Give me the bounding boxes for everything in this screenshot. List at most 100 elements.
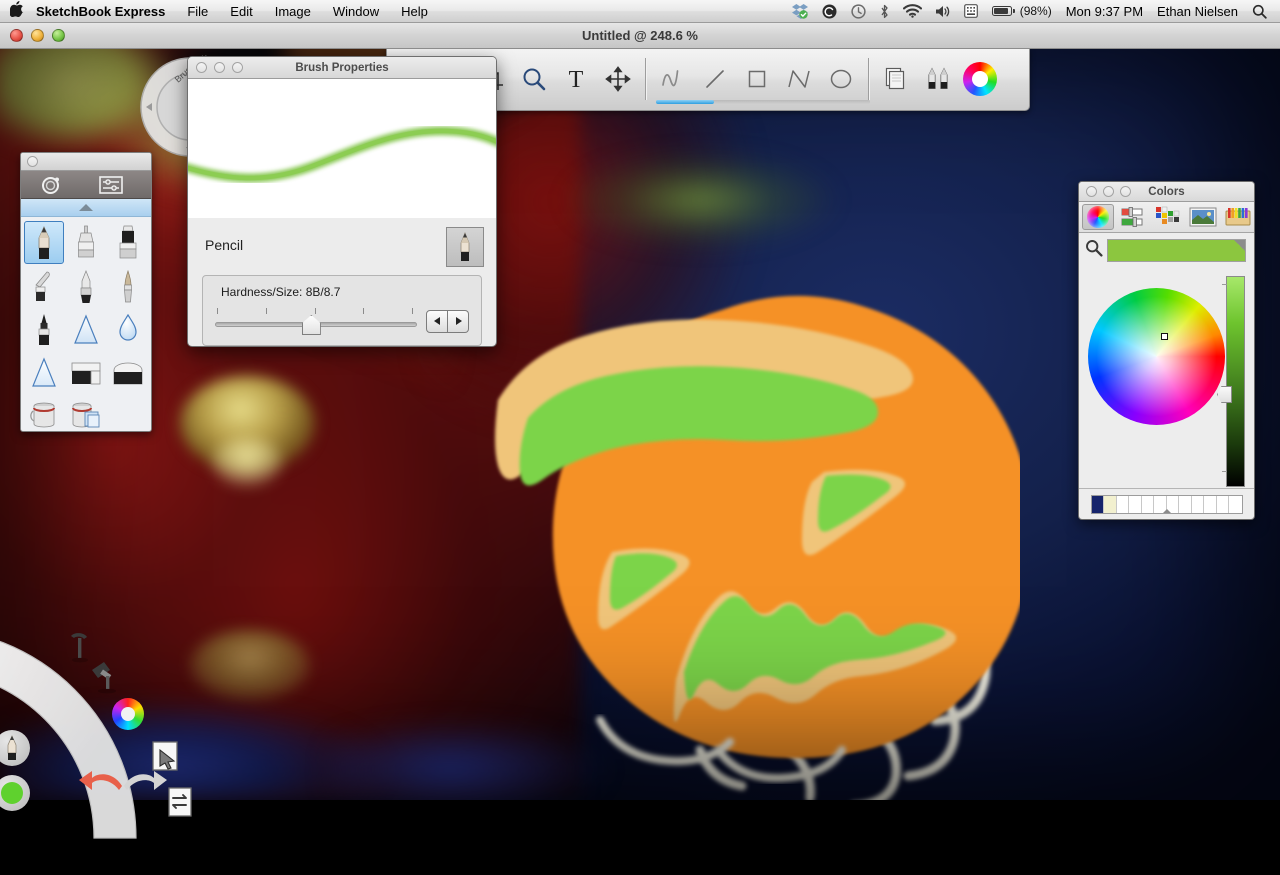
brush-dialog-titlebar: Brush Properties bbox=[188, 57, 496, 79]
color-wheel[interactable] bbox=[1088, 288, 1225, 425]
eraser-brush[interactable] bbox=[66, 352, 106, 393]
chisel-marker-brush[interactable] bbox=[108, 221, 148, 262]
layers-button[interactable] bbox=[875, 56, 917, 102]
hard-airbrush-brush[interactable] bbox=[24, 352, 64, 393]
color-wheel-tab[interactable] bbox=[1082, 204, 1114, 230]
hardness-size-slider[interactable] bbox=[215, 308, 417, 335]
airbrush-brush[interactable] bbox=[108, 266, 148, 307]
menu-bar-username[interactable]: Ethan Nielsen bbox=[1150, 0, 1245, 22]
ellipse-shape-tool[interactable] bbox=[820, 56, 862, 102]
pencil-brush[interactable] bbox=[24, 221, 64, 264]
soft-airbrush-brush[interactable] bbox=[66, 309, 106, 350]
apple-logo-icon[interactable] bbox=[0, 0, 34, 22]
menu-item-window[interactable]: Window bbox=[322, 0, 390, 22]
color-picker-magnifier-icon[interactable] bbox=[1085, 239, 1103, 262]
svg-text:T: T bbox=[569, 67, 584, 92]
toolbar-divider bbox=[645, 58, 646, 100]
brush-palette-collapse-row[interactable] bbox=[21, 199, 151, 217]
droplet-icon bbox=[119, 313, 137, 341]
spiral-icon[interactable] bbox=[815, 0, 844, 22]
color-swatch[interactable] bbox=[1216, 495, 1229, 513]
felt-pen-brush[interactable] bbox=[24, 309, 64, 350]
lagoon-undo-button[interactable] bbox=[78, 766, 126, 801]
slider-stepper bbox=[426, 309, 469, 333]
lagoon-swap-button[interactable] bbox=[166, 786, 198, 825]
slider-increment-button[interactable] bbox=[448, 309, 469, 333]
slider-decrement-button[interactable] bbox=[426, 309, 448, 333]
stroke-tool-indicator-bar bbox=[656, 100, 870, 104]
color-swatch[interactable] bbox=[1204, 495, 1217, 513]
volume-icon[interactable] bbox=[929, 0, 957, 22]
ballpoint-pen-brush[interactable] bbox=[66, 266, 106, 307]
menu-item-edit[interactable]: Edit bbox=[219, 0, 263, 22]
soft-eraser-brush[interactable] bbox=[108, 352, 148, 393]
brush-puck-button[interactable] bbox=[21, 174, 81, 196]
lagoon-redo-button[interactable] bbox=[120, 766, 168, 801]
resize-grip-icon[interactable] bbox=[1161, 501, 1173, 519]
battery-icon bbox=[991, 6, 1015, 16]
color-wheel-marker[interactable] bbox=[1161, 333, 1168, 340]
image-palettes-tab[interactable] bbox=[1187, 204, 1219, 230]
menu-item-help[interactable]: Help bbox=[390, 0, 439, 22]
brush-palette-close-button[interactable] bbox=[27, 156, 38, 167]
felt-pen-icon bbox=[38, 313, 50, 345]
lagoon-color-button[interactable] bbox=[112, 698, 144, 730]
straight-line-tool[interactable] bbox=[694, 56, 736, 102]
brush-properties-button[interactable] bbox=[81, 175, 141, 195]
airbrush-icon bbox=[124, 269, 132, 302]
color-swatch[interactable] bbox=[1229, 495, 1242, 513]
color-wheel-button[interactable] bbox=[959, 56, 1001, 102]
spotlight-search-icon[interactable] bbox=[1245, 0, 1274, 22]
brush-thumbnail[interactable] bbox=[446, 227, 484, 267]
crayons-icon bbox=[1225, 208, 1251, 226]
bluetooth-icon[interactable] bbox=[873, 0, 896, 22]
brush-grid bbox=[21, 217, 151, 431]
wifi-icon[interactable] bbox=[896, 0, 929, 22]
crayons-tab[interactable] bbox=[1222, 204, 1254, 230]
paintbrush-brush[interactable] bbox=[24, 266, 64, 307]
menu-item-image[interactable]: Image bbox=[264, 0, 322, 22]
brightness-slider-knob[interactable] bbox=[1217, 386, 1232, 403]
freeform-stroke-tool[interactable] bbox=[652, 56, 694, 102]
hardness-size-slider-row bbox=[215, 308, 469, 335]
polyline-tool[interactable] bbox=[778, 56, 820, 102]
move-tool[interactable] bbox=[597, 56, 639, 102]
dropbox-icon[interactable] bbox=[785, 0, 815, 22]
slider-knob[interactable] bbox=[301, 315, 321, 335]
color-swatch[interactable] bbox=[1141, 495, 1154, 513]
color-wheel-hole bbox=[121, 707, 135, 721]
color-swatch[interactable] bbox=[1129, 495, 1142, 513]
panel-toggle-group bbox=[875, 48, 1001, 110]
paint-bucket-tool[interactable] bbox=[24, 395, 64, 431]
marker-brush[interactable] bbox=[66, 221, 106, 262]
color-sliders-tab[interactable] bbox=[1117, 204, 1149, 230]
rectangle-shape-tool[interactable] bbox=[736, 56, 778, 102]
time-machine-icon[interactable] bbox=[844, 0, 873, 22]
color-swatch[interactable] bbox=[1116, 495, 1129, 513]
color-swatch[interactable] bbox=[1104, 495, 1117, 513]
color-swatch[interactable] bbox=[1179, 495, 1192, 513]
brush-palette-button[interactable] bbox=[917, 56, 959, 102]
menu-item-file[interactable]: File bbox=[176, 0, 219, 22]
brightness-slider[interactable] bbox=[1226, 276, 1245, 487]
zoom-tool[interactable] bbox=[513, 56, 555, 102]
color-palettes-tab[interactable] bbox=[1152, 204, 1184, 230]
brush-dialog-title: Brush Properties bbox=[295, 61, 389, 74]
fill-layer-tool[interactable] bbox=[66, 395, 106, 431]
battery-status[interactable]: (98%) bbox=[985, 0, 1059, 22]
brush-name-row: Pencil bbox=[188, 218, 496, 267]
lagoon-brush-button[interactable] bbox=[88, 660, 124, 701]
pencil-icon bbox=[7, 735, 17, 760]
input-menu-icon[interactable] bbox=[957, 0, 985, 22]
smear-brush[interactable] bbox=[108, 309, 148, 350]
colors-panel-titlebar: Colors bbox=[1079, 182, 1254, 202]
current-color-swatch[interactable] bbox=[1107, 239, 1246, 262]
brightness-tick-bottom bbox=[1222, 471, 1227, 472]
menu-app-name[interactable]: SketchBook Express bbox=[34, 0, 176, 22]
text-tool[interactable]: T bbox=[555, 56, 597, 102]
ballpoint-pen-icon bbox=[80, 269, 92, 303]
brush-name-label: Pencil bbox=[205, 237, 244, 253]
menu-bar-clock[interactable]: Mon 9:37 PM bbox=[1059, 0, 1150, 22]
color-swatch[interactable] bbox=[1091, 495, 1104, 513]
color-swatch[interactable] bbox=[1191, 495, 1204, 513]
